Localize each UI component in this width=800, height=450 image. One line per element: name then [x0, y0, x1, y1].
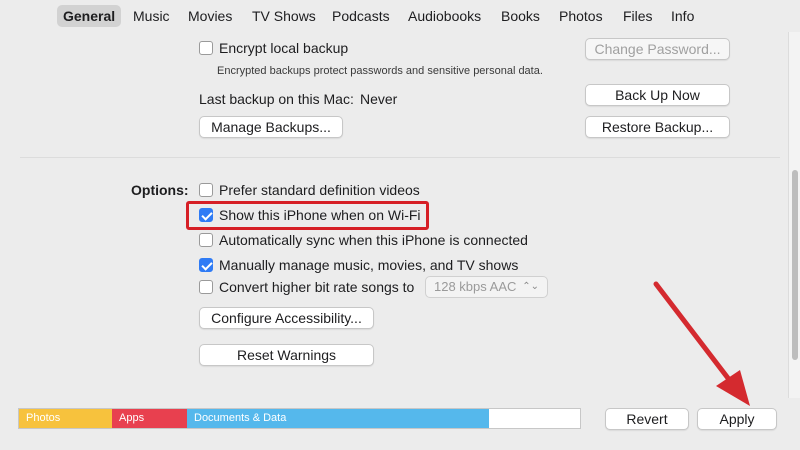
convert-bitrate-label: Convert higher bit rate songs to	[219, 279, 415, 295]
bitrate-select[interactable]: 128 kbps AAC ⌃⌄	[425, 276, 548, 298]
pointer-arrow-icon	[653, 281, 750, 406]
last-backup-value: Never	[360, 91, 398, 107]
manage-backups-button[interactable]: Manage Backups...	[199, 116, 343, 138]
encrypt-backup-description: Encrypted backups protect passwords and …	[217, 65, 543, 77]
section-divider	[20, 157, 780, 158]
auto-sync-label: Automatically sync when this iPhone is c…	[219, 232, 528, 248]
tab-music[interactable]: Music	[127, 5, 176, 27]
tab-photos[interactable]: Photos	[553, 5, 609, 27]
encrypt-backup-checkbox[interactable]	[199, 41, 213, 55]
storage-segment-photos: Photos	[19, 409, 112, 428]
configure-accessibility-button[interactable]: Configure Accessibility...	[199, 307, 374, 329]
finder-iphone-window: General Music Movies TV Shows Podcasts A…	[0, 0, 800, 450]
tab-general[interactable]: General	[57, 5, 122, 27]
auto-sync-checkbox[interactable]	[199, 233, 213, 247]
restore-backup-button[interactable]: Restore Backup...	[585, 116, 730, 138]
change-password-button[interactable]: Change Password...	[585, 38, 730, 60]
tab-tv-shows[interactable]: TV Shows	[246, 5, 322, 27]
encrypt-backup-label: Encrypt local backup	[219, 40, 349, 56]
manual-manage-checkbox[interactable]	[199, 258, 213, 272]
storage-segment-documents: Documents & Data	[187, 409, 489, 428]
tab-files[interactable]: Files	[617, 5, 659, 27]
options-heading: Options:	[131, 182, 189, 198]
last-backup-label: Last backup on this Mac:	[199, 91, 354, 107]
back-up-now-button[interactable]: Back Up Now	[585, 84, 730, 106]
manual-manage-label: Manually manage music, movies, and TV sh…	[219, 257, 519, 273]
bitrate-select-value: 128 kbps AAC	[434, 279, 517, 294]
scrollbar-thumb[interactable]	[792, 170, 798, 360]
storage-bar: Photos Apps Documents & Data	[18, 408, 581, 429]
updown-chevron-icon: ⌃⌄	[522, 281, 539, 292]
reset-warnings-button[interactable]: Reset Warnings	[199, 344, 374, 366]
tab-info[interactable]: Info	[665, 5, 700, 27]
highlight-box	[186, 201, 429, 230]
prefer-sd-checkbox[interactable]	[199, 183, 213, 197]
tab-audiobooks[interactable]: Audiobooks	[402, 5, 487, 27]
scrollbar[interactable]	[788, 32, 800, 398]
storage-segment-apps: Apps	[112, 409, 187, 428]
convert-bitrate-checkbox[interactable]	[199, 280, 213, 294]
prefer-sd-label: Prefer standard definition videos	[219, 182, 420, 198]
tab-books[interactable]: Books	[495, 5, 546, 27]
tab-podcasts[interactable]: Podcasts	[326, 5, 396, 27]
tab-movies[interactable]: Movies	[182, 5, 238, 27]
tab-bar: General Music Movies TV Shows Podcasts A…	[0, 0, 800, 32]
